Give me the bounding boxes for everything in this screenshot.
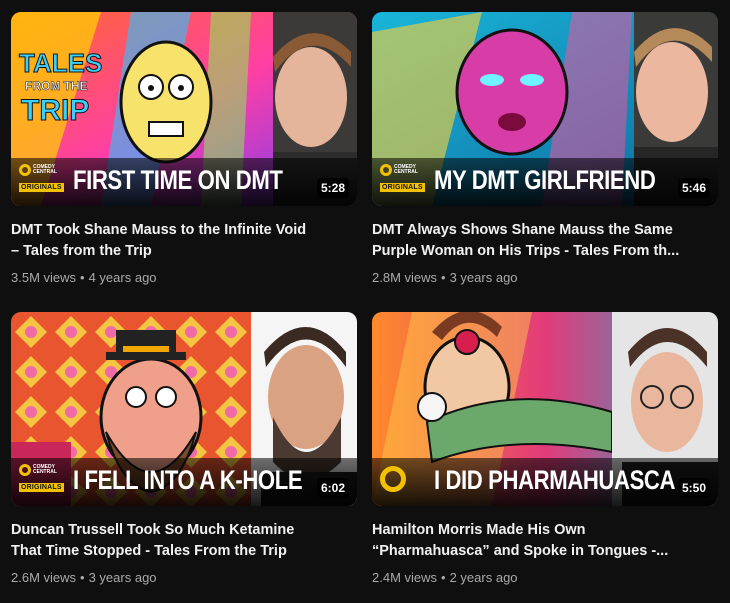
thumbnail-headline: MY DMT GIRLFRIEND xyxy=(434,165,656,195)
video-card: TALES FROM THE TRIP COMEDY CENTRAL ORIGIN… xyxy=(11,12,357,285)
thumbnail-banner: COMEDY CENTRAL ORIGINALS MY DMT GIRLFRIEN… xyxy=(372,158,718,206)
video-thumbnail[interactable]: COMEDY CENTRAL ORIGINALS I FELL INTO A K-… xyxy=(11,312,357,506)
thumbnail-text-tales: TALES xyxy=(19,48,102,78)
duration-badge: 5:28 xyxy=(316,178,349,198)
comedy-central-c-icon xyxy=(19,164,31,176)
upload-age: 3 years ago xyxy=(88,570,157,585)
thumbnail-banner: I DID PHARMAHUASCA xyxy=(372,458,718,506)
thumbnail-headline: I DID PHARMAHUASCA xyxy=(434,465,676,495)
video-card: COMEDY CENTRAL ORIGINALS I FELL INTO A K-… xyxy=(11,312,357,585)
video-metadata: 2.8M views • 3 years ago xyxy=(372,270,518,285)
duration-badge: 5:46 xyxy=(677,178,710,198)
view-count: 2.4M views xyxy=(372,570,438,585)
duration-badge: 5:50 xyxy=(677,478,710,498)
view-count: 2.8M views xyxy=(372,270,438,285)
video-thumbnail[interactable]: TALES FROM THE TRIP COMEDY CENTRAL ORIGIN… xyxy=(11,12,357,206)
video-grid: TALES FROM THE TRIP COMEDY CENTRAL ORIGIN… xyxy=(0,0,730,603)
comedy-central-logo: COMEDY CENTRAL ORIGINALS xyxy=(380,163,425,192)
comedy-central-logo: COMEDY CENTRAL ORIGINALS xyxy=(19,163,64,192)
comedy-central-c-icon xyxy=(380,466,406,492)
video-thumbnail[interactable]: COMEDY CENTRAL ORIGINALS MY DMT GIRLFRIEN… xyxy=(372,12,718,206)
upload-age: 4 years ago xyxy=(88,270,157,285)
upload-age: 3 years ago xyxy=(449,270,518,285)
thumbnail-headline: I FELL INTO A K-HOLE xyxy=(73,465,303,495)
video-title[interactable]: Hamilton Morris Made His Own “Pharmahuas… xyxy=(372,520,712,562)
thumbnail-text-trip: TRIP xyxy=(21,94,89,127)
thumbnail-headline: FIRST TIME ON DMT xyxy=(73,165,283,195)
view-count: 2.6M views xyxy=(11,570,77,585)
video-title[interactable]: DMT Took Shane Mauss to the Infinite Voi… xyxy=(11,220,351,262)
video-metadata: 2.4M views • 2 years ago xyxy=(372,570,518,585)
thumbnail-banner: COMEDY CENTRAL ORIGINALS FIRST TIME ON DM… xyxy=(11,158,357,206)
video-metadata: 3.5M views • 4 years ago xyxy=(11,270,157,285)
video-card: I DID PHARMAHUASCA 5:50 Hamilton Morris … xyxy=(372,312,718,585)
video-card: COMEDY CENTRAL ORIGINALS MY DMT GIRLFRIEN… xyxy=(372,12,718,285)
view-count: 3.5M views xyxy=(11,270,77,285)
duration-badge: 6:02 xyxy=(316,478,349,498)
thumbnail-text-from: FROM THE xyxy=(25,79,88,93)
comedy-central-c-icon xyxy=(380,164,392,176)
comedy-central-logo xyxy=(380,464,424,498)
thumbnail-banner: COMEDY CENTRAL ORIGINALS I FELL INTO A K-… xyxy=(11,458,357,506)
upload-age: 2 years ago xyxy=(449,570,518,585)
video-title[interactable]: DMT Always Shows Shane Mauss the Same Pu… xyxy=(372,220,712,262)
video-metadata: 2.6M views • 3 years ago xyxy=(11,570,157,585)
comedy-central-logo: COMEDY CENTRAL ORIGINALS xyxy=(19,463,64,492)
comedy-central-c-icon xyxy=(19,464,31,476)
video-thumbnail[interactable]: I DID PHARMAHUASCA 5:50 xyxy=(372,312,718,506)
video-title[interactable]: Duncan Trussell Took So Much Ketamine Th… xyxy=(11,520,351,562)
